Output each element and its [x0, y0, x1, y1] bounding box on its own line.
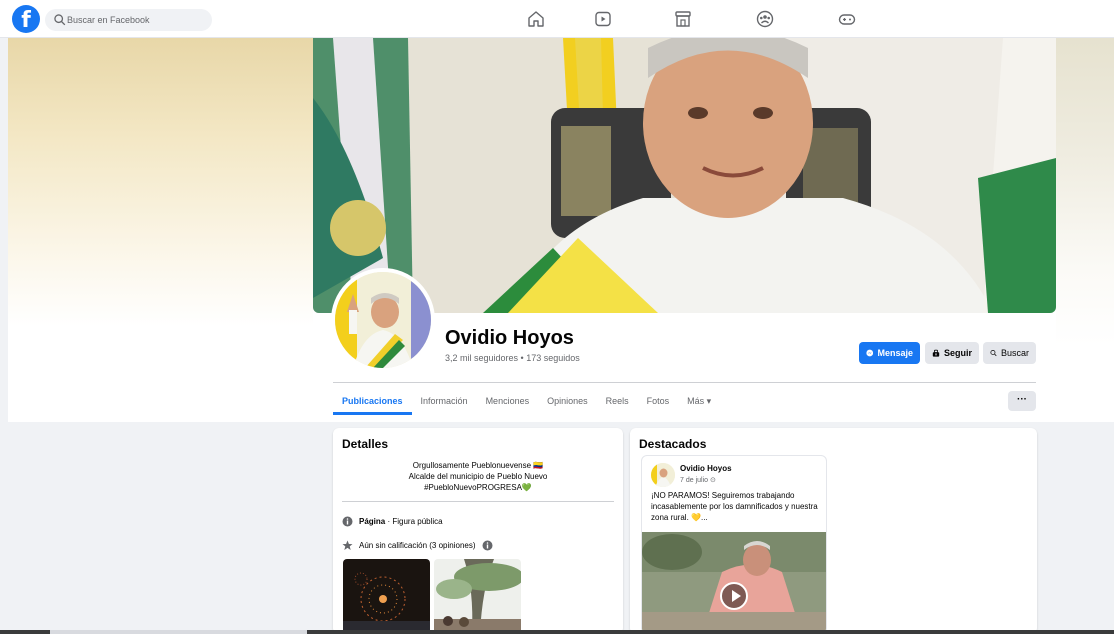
cover-right-blur — [1056, 38, 1114, 422]
profile-search-button-label: Buscar — [1000, 348, 1029, 358]
message-button[interactable]: Mensaje — [859, 342, 920, 364]
tab-publicaciones[interactable]: Publicaciones — [333, 388, 412, 415]
more-options-button[interactable]: ··· — [1008, 391, 1036, 411]
play-icon[interactable] — [720, 582, 748, 610]
info-icon — [342, 516, 353, 527]
profile-search-button[interactable]: Buscar — [983, 342, 1036, 364]
bio-line: Alcalde del municipio de Pueblo Nuevo — [408, 472, 548, 481]
tab-opiniones[interactable]: Opiniones — [538, 388, 597, 415]
post-author-avatar[interactable] — [651, 463, 675, 487]
tab-fotos[interactable]: Fotos — [638, 388, 679, 415]
follow-icon — [932, 349, 940, 357]
follow-button[interactable]: Seguir — [925, 342, 979, 364]
post-video[interactable] — [642, 532, 826, 633]
details-card: Detalles Orgullosamente Pueblonuevense 🇨… — [333, 428, 623, 634]
rating-row: Aún sin calificación (3 opiniones) — [342, 540, 493, 551]
cover-photo[interactable] — [313, 38, 1056, 313]
globe-icon: ⊙ — [709, 477, 716, 484]
facebook-logo[interactable]: f — [12, 5, 40, 33]
top-navigation-bar: f — [0, 0, 1114, 38]
home-icon[interactable] — [526, 9, 546, 29]
tab-mas[interactable]: Más ▾ — [678, 388, 720, 415]
details-title: Detalles — [342, 437, 389, 451]
search-box[interactable] — [45, 9, 212, 31]
profile-tabs: Publicaciones Información Menciones Opin… — [333, 388, 720, 416]
featured-post[interactable]: Ovidio Hoyos 7 de julio ⊙ ¡NO PARAMOS! S… — [641, 455, 827, 634]
taskbar-strip — [0, 630, 1114, 634]
rating-text: Aún sin calificación (3 opiniones) — [359, 541, 476, 550]
search-input[interactable] — [67, 9, 207, 31]
post-author-name[interactable]: Ovidio Hoyos — [680, 464, 732, 473]
featured-card: Destacados Ovidio Hoyos 7 de julio ⊙ ¡NO… — [630, 428, 1037, 634]
video-icon[interactable] — [593, 9, 613, 29]
photo-thumbnail[interactable] — [343, 559, 430, 634]
tab-menciones[interactable]: Menciones — [477, 388, 539, 415]
photo-thumbnail[interactable] — [434, 559, 521, 634]
gaming-icon[interactable] — [837, 9, 857, 29]
post-date-text: 7 de julio — [680, 477, 709, 484]
tab-reels[interactable]: Reels — [597, 388, 638, 415]
taskbar-segment — [307, 630, 1114, 634]
star-icon — [342, 540, 353, 550]
groups-icon[interactable] — [755, 9, 775, 29]
featured-title: Destacados — [639, 437, 707, 451]
header-divider — [333, 382, 1036, 383]
message-button-label: Mensaje — [877, 348, 913, 358]
profile-name: Ovidio Hoyos — [445, 327, 574, 349]
profile-bio: Orgullosamente Pueblonuevense 🇨🇴 Alcalde… — [333, 460, 623, 493]
page-category: · Figura pública — [385, 517, 443, 526]
search-icon — [54, 14, 66, 26]
marketplace-icon[interactable] — [673, 9, 693, 29]
cover-left-blur — [8, 38, 313, 422]
post-date[interactable]: 7 de julio ⊙ — [680, 476, 716, 484]
follow-button-label: Seguir — [943, 348, 972, 358]
post-text: ¡NO PARAMOS! Seguiremos trabajando incas… — [651, 491, 818, 522]
bio-line: Orgullosamente Pueblonuevense 🇨🇴 — [412, 461, 544, 470]
profile-stats[interactable]: 3,2 mil seguidores • 173 seguidos — [445, 353, 580, 363]
profile-picture[interactable] — [331, 268, 435, 372]
page-category-row: Página · Figura pública — [342, 516, 443, 527]
taskbar-segment — [0, 630, 50, 634]
page-label: Página — [359, 517, 386, 526]
info-icon[interactable] — [482, 540, 493, 551]
messenger-icon — [866, 349, 874, 357]
details-divider — [342, 501, 614, 502]
bio-hashtag[interactable]: #PuebloNuevoPROGRESA💚 — [333, 482, 623, 493]
search-icon — [990, 349, 997, 357]
tab-informacion[interactable]: Información — [412, 388, 477, 415]
